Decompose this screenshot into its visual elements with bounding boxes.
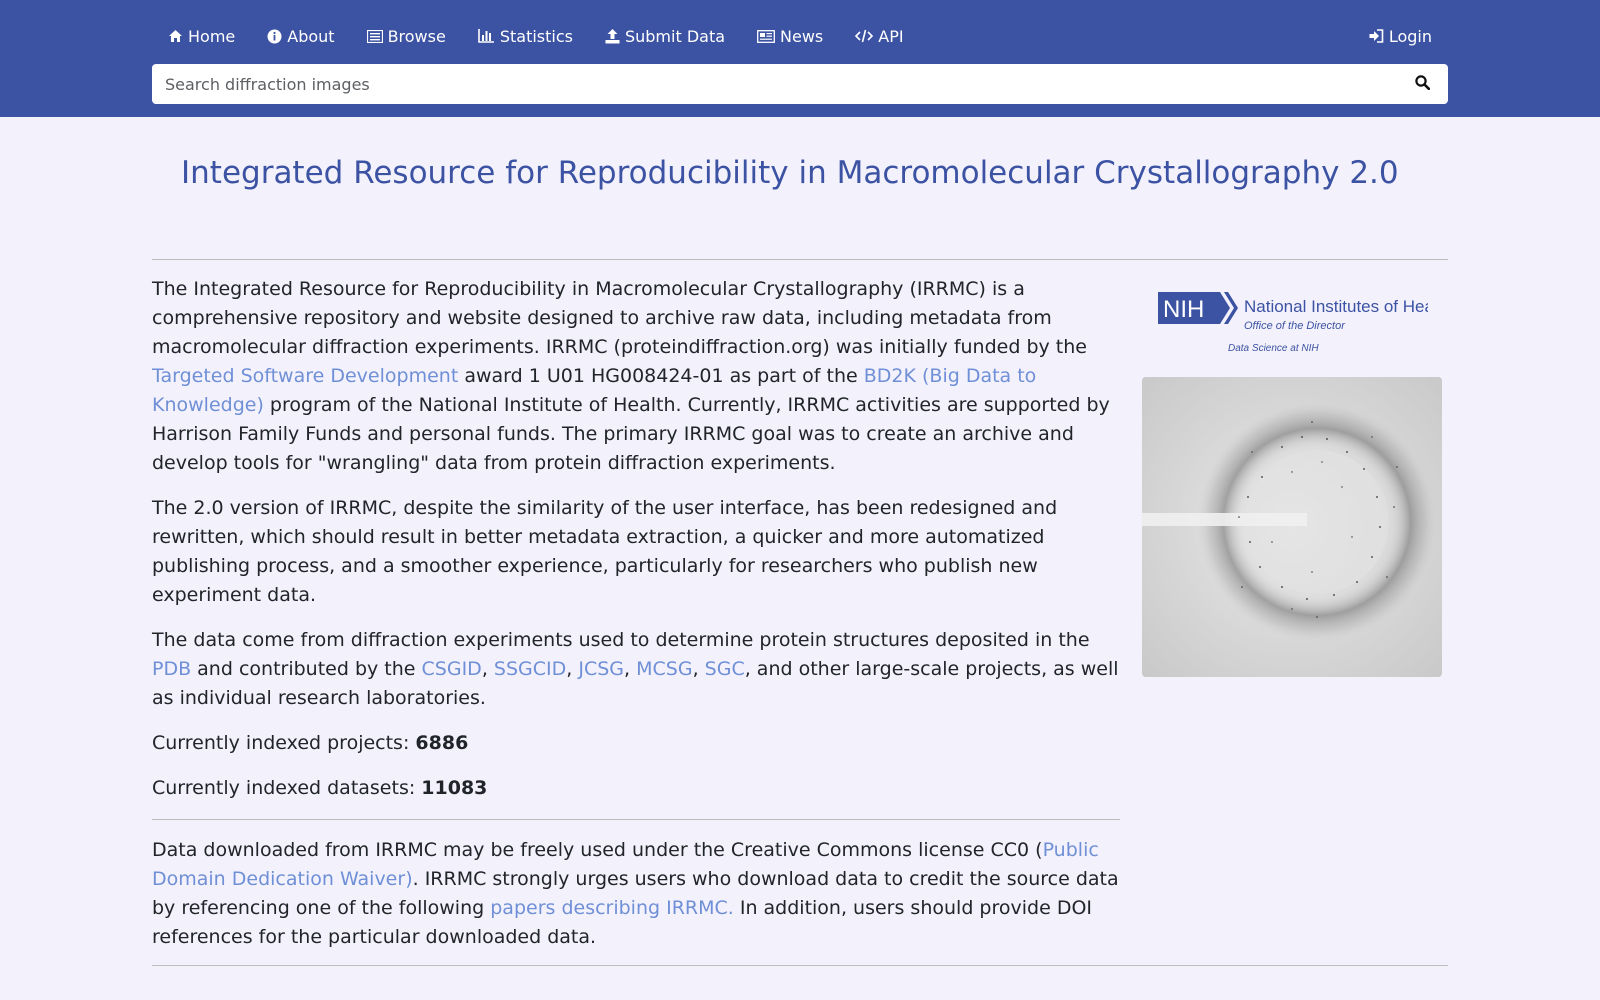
info-icon (267, 29, 282, 44)
search-icon (1414, 74, 1430, 94)
intro-text-3a: The data come from diffraction experimen… (152, 629, 1090, 651)
nav-news-label: News (780, 26, 824, 46)
search-button[interactable] (1396, 64, 1448, 104)
nih-logo-office: Office of the Director (1244, 320, 1346, 332)
divider-top (152, 259, 1448, 260)
ssgcid-link[interactable]: SSGCID (494, 658, 566, 680)
nav-submit-data-label: Submit Data (624, 26, 726, 46)
intro-paragraph-3: The data come from diffraction experimen… (152, 629, 1119, 709)
sgc-link[interactable]: SGC (705, 658, 745, 680)
targeted-software-development-link[interactable]: Targeted Software Development (152, 365, 458, 387)
nih-logo-subtitle: Data Science at NIH (1228, 343, 1319, 354)
intro-text-1b: award 1 U01 HG008424-01 as part of the (458, 365, 864, 387)
nav-menu: Home About Browse Statistics Submit Data (152, 22, 1448, 50)
search-bar (152, 64, 1448, 104)
intro-text-3b: and contributed by the (191, 658, 422, 680)
nav-statistics-label: Statistics (499, 26, 573, 46)
nav-api-label: API (878, 26, 904, 46)
nih-logo-mark: NIH (1163, 296, 1204, 323)
mcsg-link[interactable]: MCSG (636, 658, 692, 680)
intro-text-1c: program of the National Institute of Hea… (152, 394, 1110, 474)
main-content: The Integrated Resource for Reproducibil… (152, 275, 1120, 968)
list-icon (366, 29, 383, 43)
nav-home-label: Home (188, 26, 236, 46)
sign-in-icon (1369, 29, 1384, 43)
datasets-count-label: Currently indexed datasets: (152, 777, 422, 799)
projects-count-value: 6886 (415, 732, 469, 754)
divider-bottom (152, 965, 1448, 966)
nih-logo[interactable]: NIH National Institutes of Health Office… (1158, 292, 1452, 358)
nav-about[interactable]: About (267, 26, 335, 46)
nav-api[interactable]: API (855, 26, 904, 46)
papers-describing-irrmc-link[interactable]: papers describing IRRMC. (490, 897, 734, 919)
home-icon (168, 29, 183, 43)
nav-browse[interactable]: Browse (366, 26, 446, 46)
nav-browse-label: Browse (387, 26, 446, 46)
csgid-link[interactable]: CSGID (422, 658, 482, 680)
nav-about-label: About (287, 26, 335, 46)
jcsg-link[interactable]: JCSG (578, 658, 624, 680)
license-text-a: Data downloaded from IRRMC may be freely… (152, 839, 1043, 861)
intro-paragraph-2: The 2.0 version of IRRMC, despite the si… (152, 497, 1058, 606)
newspaper-icon (757, 29, 775, 43)
datasets-count: Currently indexed datasets: 11083 (152, 774, 1120, 803)
divider-middle (152, 819, 1120, 820)
upload-icon (605, 28, 620, 44)
nav-submit-data[interactable]: Submit Data (605, 27, 725, 46)
top-navbar: Home About Browse Statistics Submit Data (0, 0, 1600, 117)
nav-login-label: Login (1388, 26, 1432, 46)
pdb-link[interactable]: PDB (152, 658, 191, 680)
nih-logo-name: National Institutes of Health (1244, 297, 1428, 316)
page-title: Integrated Resource for Reproducibility … (181, 155, 1399, 191)
search-input[interactable] (152, 64, 1396, 104)
nav-news[interactable]: News (757, 27, 823, 46)
nav-login[interactable]: Login (1369, 27, 1432, 46)
intro-text-1a: The Integrated Resource for Reproducibil… (152, 278, 1087, 358)
datasets-count-value: 11083 (421, 777, 488, 799)
license-paragraph: Data downloaded from IRRMC may be freely… (152, 836, 1120, 952)
bar-chart-icon (478, 29, 495, 43)
code-icon (855, 29, 874, 43)
nav-statistics[interactable]: Statistics (478, 27, 573, 46)
projects-count: Currently indexed projects: 6886 (152, 729, 1120, 758)
projects-count-label: Currently indexed projects: (152, 732, 416, 754)
nav-home[interactable]: Home (168, 27, 235, 46)
diffraction-image (1142, 377, 1442, 677)
intro-paragraph-1: The Integrated Resource for Reproducibil… (152, 275, 1120, 478)
